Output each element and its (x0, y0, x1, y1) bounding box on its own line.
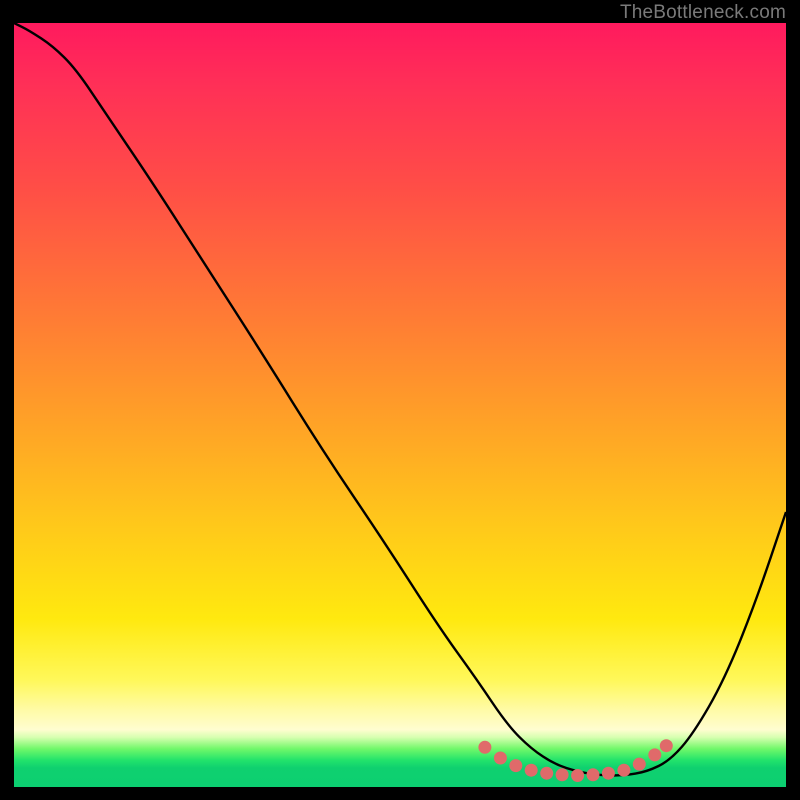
valley-dot (509, 759, 522, 772)
valley-dot (556, 768, 569, 781)
line-series (14, 23, 786, 776)
valley-dots (478, 739, 672, 782)
valley-dot (540, 767, 553, 780)
curve-path (14, 23, 786, 776)
valley-dot (571, 769, 584, 782)
valley-dot (494, 752, 507, 765)
chart-frame: TheBottleneck.com (0, 0, 800, 800)
chart-svg (14, 23, 786, 787)
valley-dot (617, 764, 630, 777)
valley-dot (478, 741, 491, 754)
valley-dot (525, 764, 538, 777)
valley-dot (648, 748, 661, 761)
valley-dot (587, 768, 600, 781)
watermark-text: TheBottleneck.com (620, 2, 786, 24)
valley-dot (602, 767, 615, 780)
valley-dot (633, 758, 646, 771)
plot-area (14, 23, 786, 787)
valley-dot (660, 739, 673, 752)
